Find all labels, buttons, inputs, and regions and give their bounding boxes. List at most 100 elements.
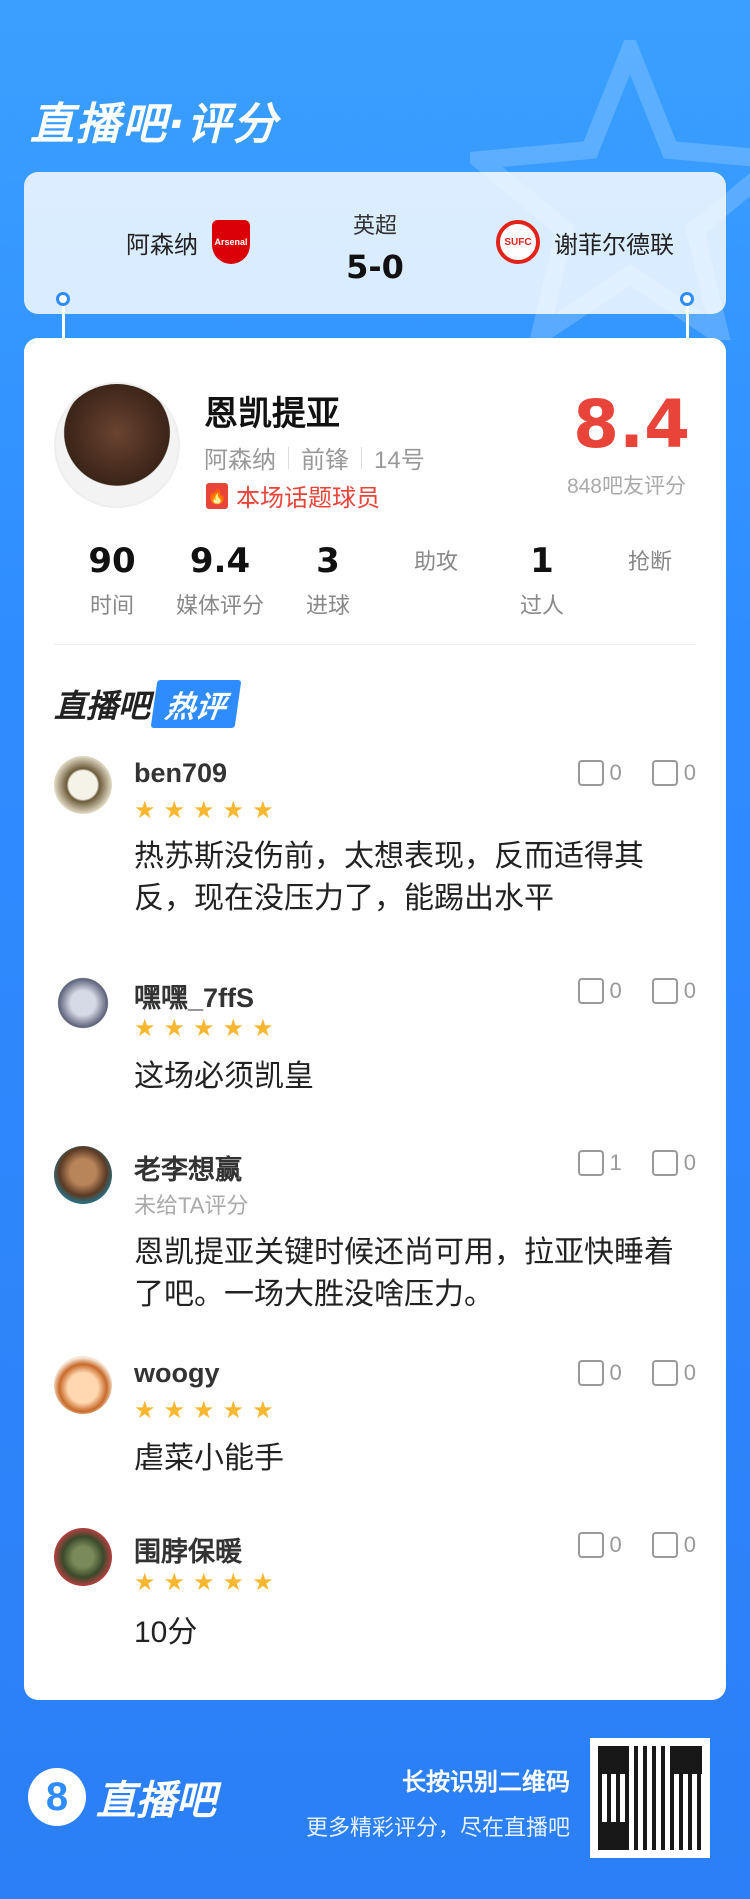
qr-subtext: 更多精彩评分，尽在直播吧 — [305, 1815, 570, 1840]
qr-code-pattern — [598, 1746, 702, 1850]
like-button[interactable]: 0 — [577, 978, 622, 1004]
player-stats: 90 时间 9.4 媒体评分 3 进球 助攻 1 过人 抢断 — [64, 538, 694, 638]
rating-stars: ★★★★★ — [134, 1397, 282, 1424]
player-meta: 阿森纳 前锋 14号 — [204, 440, 425, 475]
player-number: 14号 — [374, 447, 425, 474]
flame-icon: 🔥 — [206, 482, 228, 509]
stat-assists: 助攻 — [376, 538, 496, 576]
brand-logo-text: 直播吧 — [96, 1779, 216, 1823]
brand-title: 直播吧·评分 — [30, 99, 279, 150]
comment-text: 热苏斯没伤前，太想表现，反而适得其反，现在没压力了，能踢出水平 — [134, 840, 644, 915]
like-count: 0 — [609, 1532, 622, 1557]
no-rating-note: 未给TA评分 — [134, 1193, 249, 1218]
stat-label: 媒体评分 — [175, 593, 264, 618]
like-button[interactable]: 0 — [577, 760, 622, 786]
rating-card: 恩凯提亚 阿森纳 前锋 14号 🔥 本场话题球员 8.4 848吧友评分 90 … — [24, 338, 726, 1700]
rating-stars: ★★★★★ — [134, 1569, 282, 1596]
divider — [54, 644, 696, 645]
player-team: 阿森纳 — [204, 447, 276, 474]
comment-actions: 0 0 — [577, 1532, 696, 1558]
hot-comments-title-left: 直播吧 — [54, 688, 151, 724]
stat-label: 过人 — [519, 593, 564, 618]
like-button[interactable]: 0 — [577, 1360, 622, 1386]
thumbs-down-icon — [651, 1150, 678, 1176]
away-team-name: 谢菲尔德联 — [554, 231, 674, 259]
dislike-button[interactable]: 0 — [651, 1532, 696, 1558]
like-count: 0 — [609, 760, 622, 785]
thumbs-up-icon — [577, 1532, 604, 1558]
brand-logo-icon: 8 — [28, 1768, 86, 1826]
stat-value: 9.4 — [189, 541, 251, 581]
rating-stars: ★★★★★ — [134, 1015, 282, 1042]
stat-label: 进球 — [305, 593, 350, 618]
away-team: SUFC 谢菲尔德联 — [496, 220, 674, 264]
stat-minutes: 90 时间 — [52, 538, 172, 620]
stat-dribbles: 1 过人 — [482, 538, 602, 620]
stat-media-rating: 9.4 媒体评分 — [160, 538, 280, 620]
thumbs-up-icon — [577, 978, 604, 1004]
player-position: 前锋 — [301, 447, 349, 474]
player-name: 恩凯提亚 — [204, 395, 340, 433]
stat-value: 1 — [530, 541, 554, 581]
comment-username[interactable]: ben709 — [134, 758, 227, 789]
comment-actions: 0 0 — [577, 760, 696, 786]
stat-value: 3 — [316, 541, 340, 581]
like-button[interactable]: 1 — [577, 1150, 622, 1176]
dislike-button[interactable]: 0 — [651, 760, 696, 786]
hot-player-tag: 🔥 本场话题球员 — [206, 478, 380, 513]
match-card: 阿森纳 Arsenal 英超 5-0 SUFC 谢菲尔德联 — [24, 172, 726, 314]
qr-code[interactable] — [590, 1738, 710, 1858]
fan-rating: 8.4 — [573, 386, 690, 463]
comment-username[interactable]: 嘿嘿_7ffS — [134, 976, 254, 1015]
hot-tag-label: 本场话题球员 — [236, 485, 380, 512]
player-avatar — [54, 382, 180, 508]
dislike-count: 0 — [683, 1150, 696, 1175]
thumbs-up-icon — [577, 1360, 604, 1386]
comment-text: 这场必须凯皇 — [134, 1060, 314, 1093]
footer-logo: 8 直播吧 — [28, 1768, 216, 1826]
thumbs-up-icon — [577, 760, 604, 786]
dislike-count: 0 — [683, 760, 696, 785]
comment-text: 10分 — [134, 1616, 198, 1649]
sheffield-crest-icon: SUFC — [496, 220, 540, 264]
thumbs-down-icon — [651, 978, 678, 1004]
comment-username[interactable]: 围脖保暖 — [134, 1530, 242, 1569]
thumbs-down-icon — [651, 1360, 678, 1386]
user-avatar[interactable] — [54, 1146, 112, 1204]
stat-label: 抢断 — [627, 549, 672, 574]
like-count: 0 — [609, 1360, 622, 1385]
thumbs-down-icon — [651, 1532, 678, 1558]
user-avatar[interactable] — [54, 1356, 112, 1414]
user-avatar[interactable] — [54, 974, 112, 1032]
hot-comments-title-right: 热评 — [150, 680, 242, 728]
comment-text: 恩凯提亚关键时候还尚可用，拉亚快睡着了吧。一场大胜没啥压力。 — [134, 1236, 674, 1311]
user-avatar[interactable] — [54, 756, 112, 814]
like-button[interactable]: 0 — [577, 1532, 622, 1558]
thumbs-down-icon — [651, 760, 678, 786]
dislike-count: 0 — [683, 1532, 696, 1557]
like-count: 0 — [609, 978, 622, 1003]
dislike-button[interactable]: 0 — [651, 978, 696, 1004]
stat-goals: 3 进球 — [268, 538, 388, 620]
stat-tackles: 抢断 — [590, 538, 710, 576]
dislike-button[interactable]: 0 — [651, 1150, 696, 1176]
dislike-count: 0 — [683, 978, 696, 1003]
comment-text: 虐菜小能手 — [134, 1442, 284, 1475]
like-count: 1 — [609, 1150, 622, 1175]
rating-stars: ★★★★★ — [134, 797, 282, 824]
stat-label: 时间 — [89, 593, 134, 618]
qr-prompt: 长按识别二维码 — [402, 1769, 570, 1796]
stat-value: 90 — [88, 541, 136, 581]
fan-rating-count: 848吧友评分 — [566, 475, 686, 498]
stat-label: 助攻 — [413, 549, 458, 574]
comment-actions: 1 0 — [577, 1150, 696, 1176]
comment-actions: 0 0 — [577, 1360, 696, 1386]
dislike-count: 0 — [683, 1360, 696, 1385]
hot-comments-header: 直播吧 热评 — [54, 680, 242, 728]
dislike-button[interactable]: 0 — [651, 1360, 696, 1386]
comment-username[interactable]: 老李想赢 — [134, 1148, 242, 1187]
comment-username[interactable]: woogy — [134, 1358, 220, 1389]
thumbs-up-icon — [577, 1150, 604, 1176]
user-avatar[interactable] — [54, 1528, 112, 1586]
comment-actions: 0 0 — [577, 978, 696, 1004]
